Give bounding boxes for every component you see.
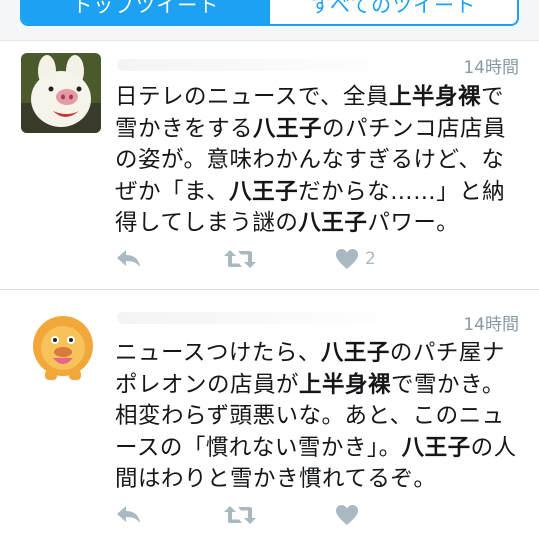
retweet-icon bbox=[224, 506, 256, 524]
tweet-keyword: 上半身裸 bbox=[388, 84, 481, 110]
reply-button[interactable] bbox=[115, 503, 143, 527]
tweet-keyword: 八王子 bbox=[253, 115, 323, 142]
reply-icon bbox=[117, 250, 140, 267]
tab-top-tweets[interactable]: トップツイート bbox=[22, 0, 270, 24]
retweet-icon bbox=[224, 250, 256, 268]
tweet-keyword: 八王子 bbox=[298, 210, 368, 236]
tweet-1[interactable]: 14時間 日テレのニュースで、全員上半身裸で雪かきをする八王子のパチンコ店店員の… bbox=[0, 41, 539, 289]
tab-bar: トップツイート すべてのツイート bbox=[0, 0, 539, 41]
tweet-keyword: 八王子 bbox=[401, 434, 471, 461]
reply-icon bbox=[117, 506, 140, 523]
like-button[interactable] bbox=[335, 503, 365, 527]
tweet-actions: 2 bbox=[115, 247, 415, 271]
tweet-text-segment: 日テレのニュースで、全員 bbox=[115, 84, 389, 110]
tweet-2[interactable]: 14時間 ニュースつけたら、八王子のパチ屋ナポレオンの店員が上半身裸で雪かき。相… bbox=[0, 290, 539, 550]
retweet-button[interactable] bbox=[223, 247, 257, 271]
avatar[interactable] bbox=[23, 308, 103, 388]
like-button[interactable]: 2 bbox=[335, 247, 376, 271]
tweet-keyword: 八王子 bbox=[320, 340, 390, 366]
retweet-button[interactable] bbox=[223, 503, 257, 527]
tweet-text-segment: パワー。 bbox=[367, 210, 460, 236]
tweet-keyword: 八王子 bbox=[229, 178, 299, 205]
tab-all-tweets[interactable]: すべてのツイート bbox=[270, 0, 518, 24]
avatar[interactable] bbox=[21, 53, 101, 133]
heart-icon bbox=[336, 505, 358, 525]
tweet-timestamp: 14時間 bbox=[463, 315, 519, 335]
tweet-text: 日テレのニュースで、全員上半身裸で雪かきをする八王子のパチンコ店店員の姿が。意味… bbox=[115, 82, 525, 240]
lion-mascot-avatar-icon bbox=[23, 308, 103, 388]
author-name-blurred[interactable] bbox=[117, 59, 417, 71]
reply-button[interactable] bbox=[115, 247, 143, 271]
heart-icon bbox=[336, 249, 358, 269]
like-count: 2 bbox=[365, 249, 376, 269]
tweet-actions bbox=[115, 503, 415, 527]
tweet-text-segment: ニュースつけたら、 bbox=[115, 340, 321, 366]
tweet-text: ニュースつけたら、八王子のパチ屋ナポレオンの店員が上半身裸で雪かき。相変わらず頭… bbox=[115, 338, 525, 496]
author-name-blurred[interactable] bbox=[117, 312, 417, 324]
pig-mascot-avatar-icon bbox=[21, 53, 101, 133]
tweet-keyword: 上半身裸 bbox=[299, 371, 392, 398]
tweet-timestamp: 14時間 bbox=[463, 58, 519, 78]
tab-segmented-control: トップツイート すべてのツイート bbox=[20, 0, 519, 26]
